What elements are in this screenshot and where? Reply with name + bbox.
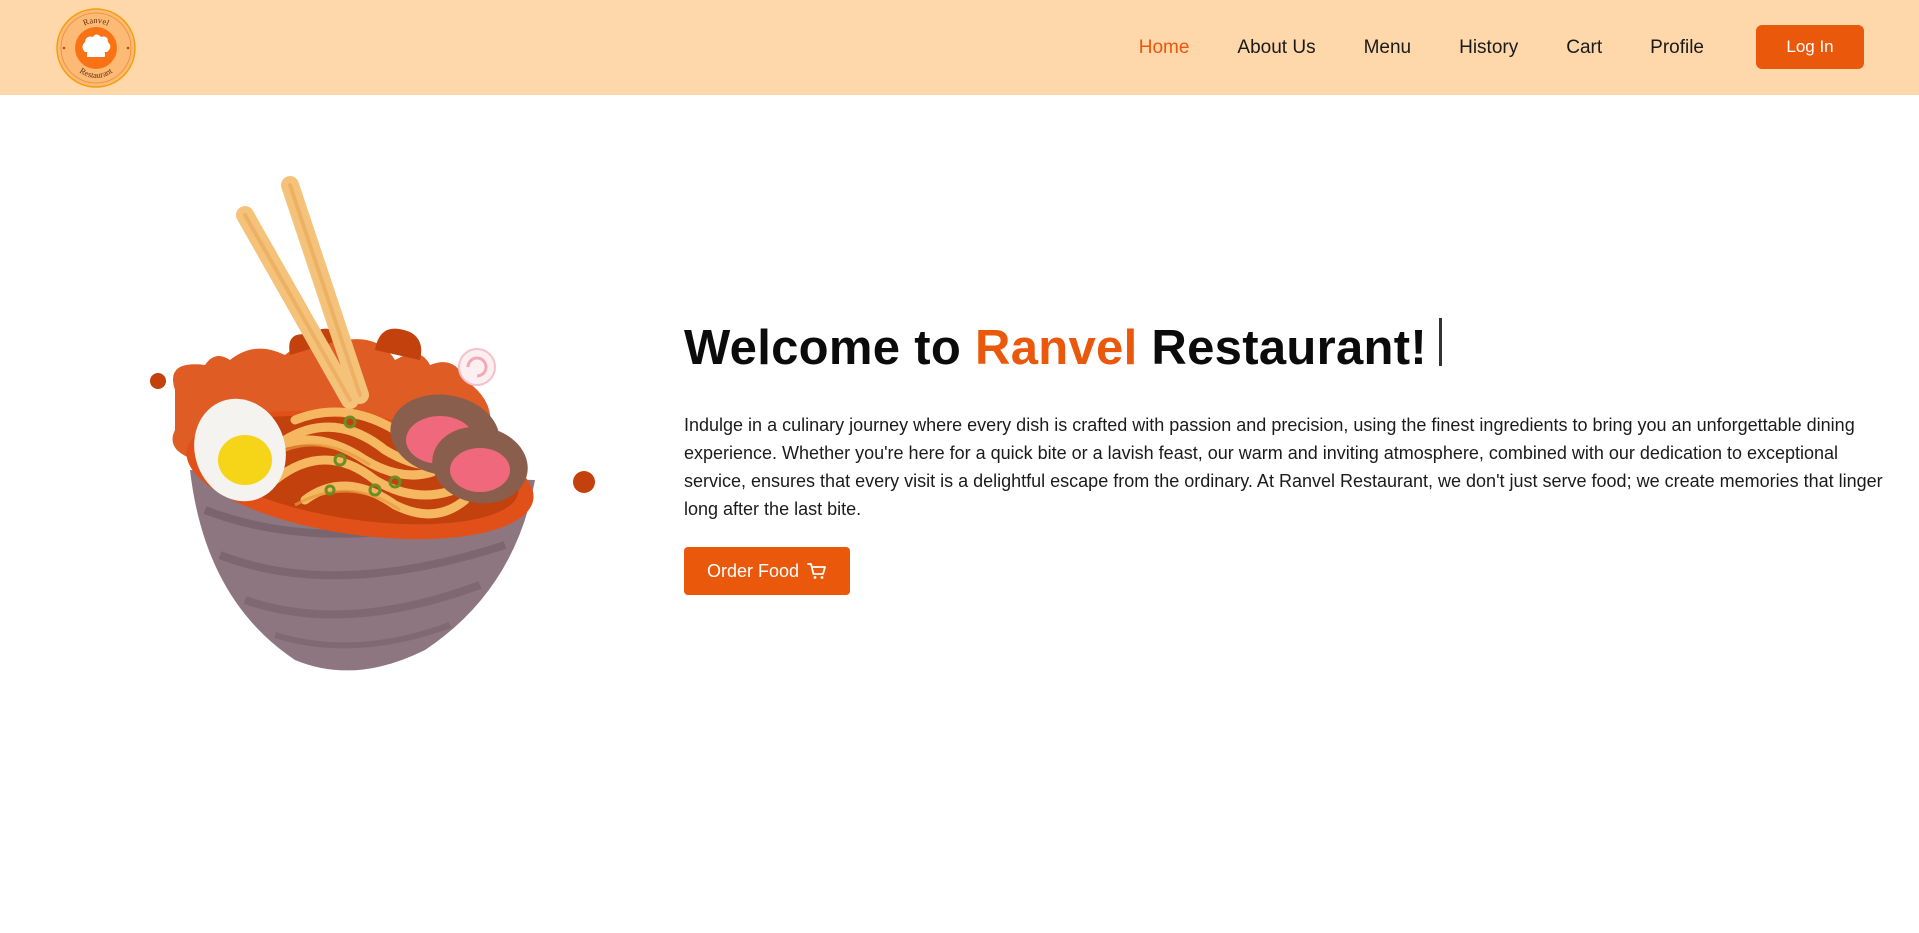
nav-menu-link[interactable]: Menu	[1364, 37, 1412, 59]
navbar: Ranvel Restaurant Home About Us Menu His…	[0, 0, 1919, 95]
hero-title: Welcome to Ranvel Restaurant!	[684, 318, 1443, 376]
main-nav: Home About Us Menu History Cart Profile	[1091, 0, 1704, 95]
nav-cart-link[interactable]: Cart	[1566, 37, 1602, 59]
nav-history-link[interactable]: History	[1459, 37, 1518, 59]
restaurant-logo[interactable]: Ranvel Restaurant	[55, 7, 137, 89]
chef-hat-logo-icon: Ranvel Restaurant	[56, 8, 136, 88]
hero-title-suffix: Restaurant!	[1137, 321, 1428, 375]
order-food-button[interactable]: Order Food	[684, 547, 850, 595]
hero-title-brand: Ranvel	[975, 321, 1138, 375]
typing-cursor	[1439, 318, 1443, 366]
hero-description: Indulge in a culinary journey where ever…	[684, 415, 1883, 519]
nav-about-us-link[interactable]: About Us	[1237, 37, 1315, 59]
nav-home-link[interactable]: Home	[1139, 37, 1190, 59]
login-button[interactable]: Log In	[1756, 25, 1864, 69]
hero-title-prefix: Welcome to	[684, 321, 976, 375]
order-food-label: Order Food	[706, 560, 800, 581]
ramen-bowl-illustration	[135, 160, 615, 690]
cart-icon	[807, 563, 826, 579]
nav-profile-link[interactable]: Profile	[1650, 37, 1704, 59]
